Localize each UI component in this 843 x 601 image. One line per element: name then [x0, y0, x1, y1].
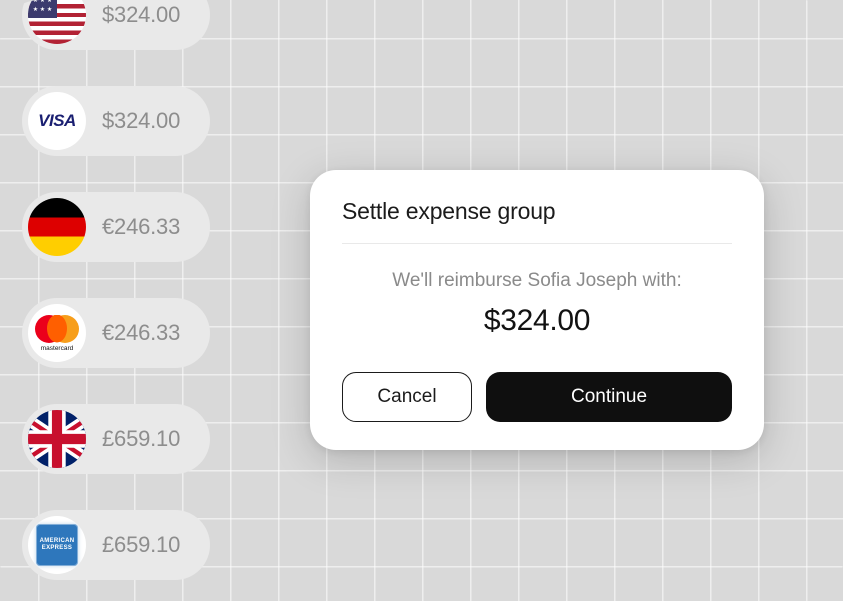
pill-amount: €246.33: [102, 320, 180, 346]
payment-pill[interactable]: mastercard €246.33: [22, 298, 210, 368]
payment-pill[interactable]: $324.00: [22, 0, 210, 50]
flag-uk-icon: [28, 410, 86, 468]
pill-amount: $324.00: [102, 108, 180, 134]
continue-button[interactable]: Continue: [486, 372, 732, 422]
pill-amount: £659.10: [102, 532, 180, 558]
settle-expense-dialog: Settle expense group We'll reimburse Sof…: [310, 170, 764, 450]
visa-logo-icon: VISA: [28, 92, 86, 150]
dialog-title: Settle expense group: [342, 198, 732, 244]
pill-amount: £659.10: [102, 426, 180, 452]
payment-pill-list: $324.00 VISA $324.00 €246.33 mastercard …: [22, 0, 210, 580]
dialog-body: We'll reimburse Sofia Joseph with: $324.…: [342, 244, 732, 356]
pill-amount: $324.00: [102, 2, 180, 28]
dialog-message: We'll reimburse Sofia Joseph with:: [342, 270, 732, 292]
flag-us-icon: [28, 0, 86, 44]
mastercard-logo-icon: mastercard: [28, 304, 86, 362]
pill-amount: €246.33: [102, 214, 180, 240]
flag-de-icon: [28, 198, 86, 256]
payment-pill[interactable]: €246.33: [22, 192, 210, 262]
payment-pill[interactable]: AMERICAN EXPRESS £659.10: [22, 510, 210, 580]
cancel-button[interactable]: Cancel: [342, 372, 472, 422]
payment-pill[interactable]: VISA $324.00: [22, 86, 210, 156]
dialog-amount: $324.00: [342, 304, 732, 338]
amex-logo-icon: AMERICAN EXPRESS: [28, 516, 86, 574]
payment-pill[interactable]: £659.10: [22, 404, 210, 474]
app-canvas: $324.00 VISA $324.00 €246.33 mastercard …: [0, 0, 843, 601]
dialog-actions: Cancel Continue: [342, 372, 732, 422]
